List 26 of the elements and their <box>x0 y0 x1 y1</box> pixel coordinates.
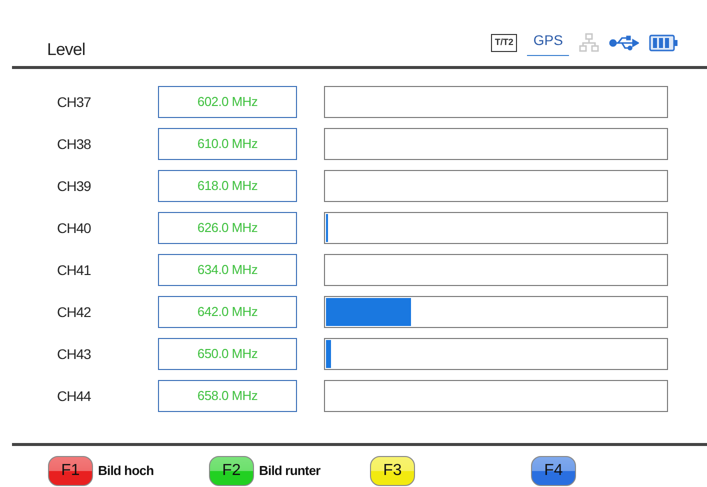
frequency-field: 602.0 MHz <box>158 86 297 118</box>
frequency-field: 618.0 MHz <box>158 170 297 202</box>
function-key[interactable]: F2 <box>209 456 254 486</box>
frequency-field: 634.0 MHz <box>158 254 297 286</box>
function-key[interactable]: F3 <box>370 456 415 486</box>
frequency-field: 610.0 MHz <box>158 128 297 160</box>
frequency-field: 642.0 MHz <box>158 296 297 328</box>
standard-indicator: T/T2 <box>490 34 518 52</box>
function-key[interactable]: F4 <box>531 456 576 486</box>
gps-indicator: GPS <box>527 30 569 56</box>
channel-label: CH43 <box>56 344 92 364</box>
channel-label: CH42 <box>56 302 92 322</box>
frequency-field: 626.0 MHz <box>158 212 297 244</box>
channel-label: CH40 <box>56 218 92 238</box>
channel-label: CH44 <box>56 386 92 406</box>
function-key[interactable]: F1 <box>48 456 93 486</box>
screen-title: Level <box>47 38 86 60</box>
function-key-label: Bild hoch <box>98 462 154 480</box>
function-key-label: Bild runter <box>259 462 320 480</box>
channel-label: CH38 <box>56 134 92 154</box>
channel-label: CH41 <box>56 260 92 280</box>
channel-label: CH37 <box>56 92 92 112</box>
battery-icon <box>649 34 679 52</box>
channel-label: CH39 <box>56 176 92 196</box>
frequency-field: 658.0 MHz <box>158 380 297 412</box>
frequency-field: 650.0 MHz <box>158 338 297 370</box>
